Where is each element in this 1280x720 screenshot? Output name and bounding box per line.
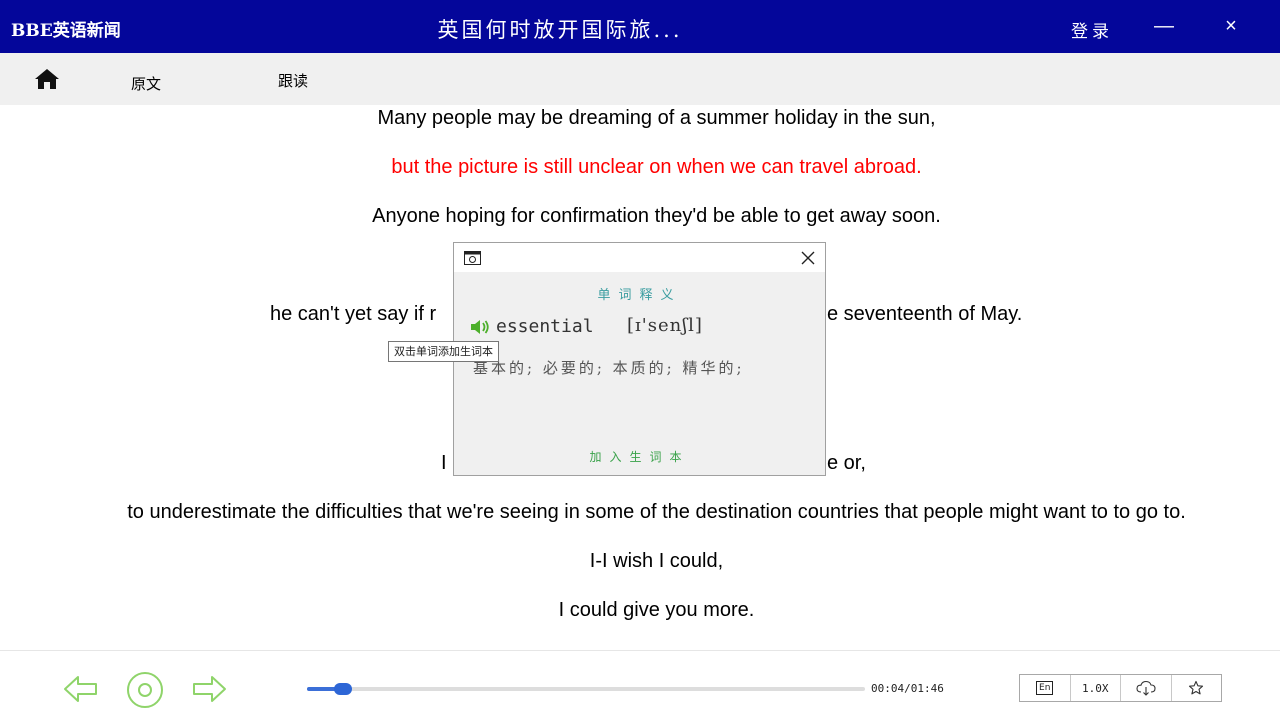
transcript-line[interactable]: he can't yet say if r <box>270 301 436 327</box>
close-icon[interactable] <box>797 247 819 269</box>
home-icon[interactable] <box>34 68 60 90</box>
progress-slider[interactable] <box>307 683 865 695</box>
word-definition-popup: 单词释义 essential [ɪ'senʃl] 基本的; 必要的; 本质的; … <box>453 242 826 476</box>
player-toolbar: En 1.0X <box>1019 674 1222 702</box>
transcript-line[interactable]: I-I wish I could, <box>0 548 1280 574</box>
speed-button[interactable]: 1.0X <box>1071 675 1121 701</box>
window-title: 英国何时放开国际旅... <box>437 18 683 42</box>
popup-definition: 基本的; 必要的; 本质的; 精华的; <box>473 359 745 377</box>
favorite-button[interactable] <box>1172 675 1222 701</box>
cloud-download-icon <box>1136 680 1156 696</box>
speaker-icon[interactable] <box>469 318 491 336</box>
en-label: En <box>1036 681 1054 695</box>
arrow-left-icon[interactable] <box>62 673 100 705</box>
transcript-line-active[interactable]: but the picture is still unclear on when… <box>0 154 1280 180</box>
transcript-line[interactable]: Anyone hoping for confirmation they'd be… <box>0 203 1280 229</box>
close-window-button[interactable]: × <box>1219 14 1243 38</box>
popup-word: essential <box>496 316 594 337</box>
player-bar: 00:04/01:46 En 1.0X <box>0 650 1280 720</box>
title-bar: BBE英语新闻 英国何时放开国际旅... 登录 — × <box>0 0 1280 53</box>
app-name: BBE英语新闻 <box>11 21 121 41</box>
arrow-right-icon[interactable] <box>190 673 228 705</box>
popup-phonetic: [ɪ'senʃl] <box>627 315 703 336</box>
transcript-line[interactable]: I <box>441 450 447 476</box>
transcript-line[interactable]: e seventeenth of May. <box>827 301 1022 327</box>
popup-header <box>454 243 825 272</box>
tooltip: 双击单词添加生词本 <box>388 341 499 362</box>
transcript-line[interactable]: I could give you more. <box>0 597 1280 623</box>
play-circle-icon[interactable] <box>126 671 164 709</box>
english-subtitle-button[interactable]: En <box>1020 675 1071 701</box>
cloud-download-button[interactable] <box>1121 675 1172 701</box>
transcript-line[interactable]: to underestimate the difficulties that w… <box>0 499 1280 525</box>
login-button[interactable]: 登录 <box>1071 17 1113 42</box>
popup-heading: 单词释义 <box>597 288 682 303</box>
tab-original-text[interactable]: 原文 <box>131 73 161 94</box>
transcript-line[interactable]: e or, <box>827 450 866 476</box>
timecode: 00:04/01:46 <box>871 682 944 695</box>
tab-bar: 原文 跟读 <box>0 53 1280 105</box>
add-to-vocabulary-button[interactable]: 加入生词本 <box>454 448 825 465</box>
progress-handle[interactable] <box>334 683 353 695</box>
minimize-button[interactable]: — <box>1152 14 1176 38</box>
window-app-icon <box>464 251 481 265</box>
transcript-line[interactable]: Many people may be dreaming of a summer … <box>0 105 1280 131</box>
star-icon <box>1189 680 1204 695</box>
tab-follow-read[interactable]: 跟读 <box>278 70 308 91</box>
